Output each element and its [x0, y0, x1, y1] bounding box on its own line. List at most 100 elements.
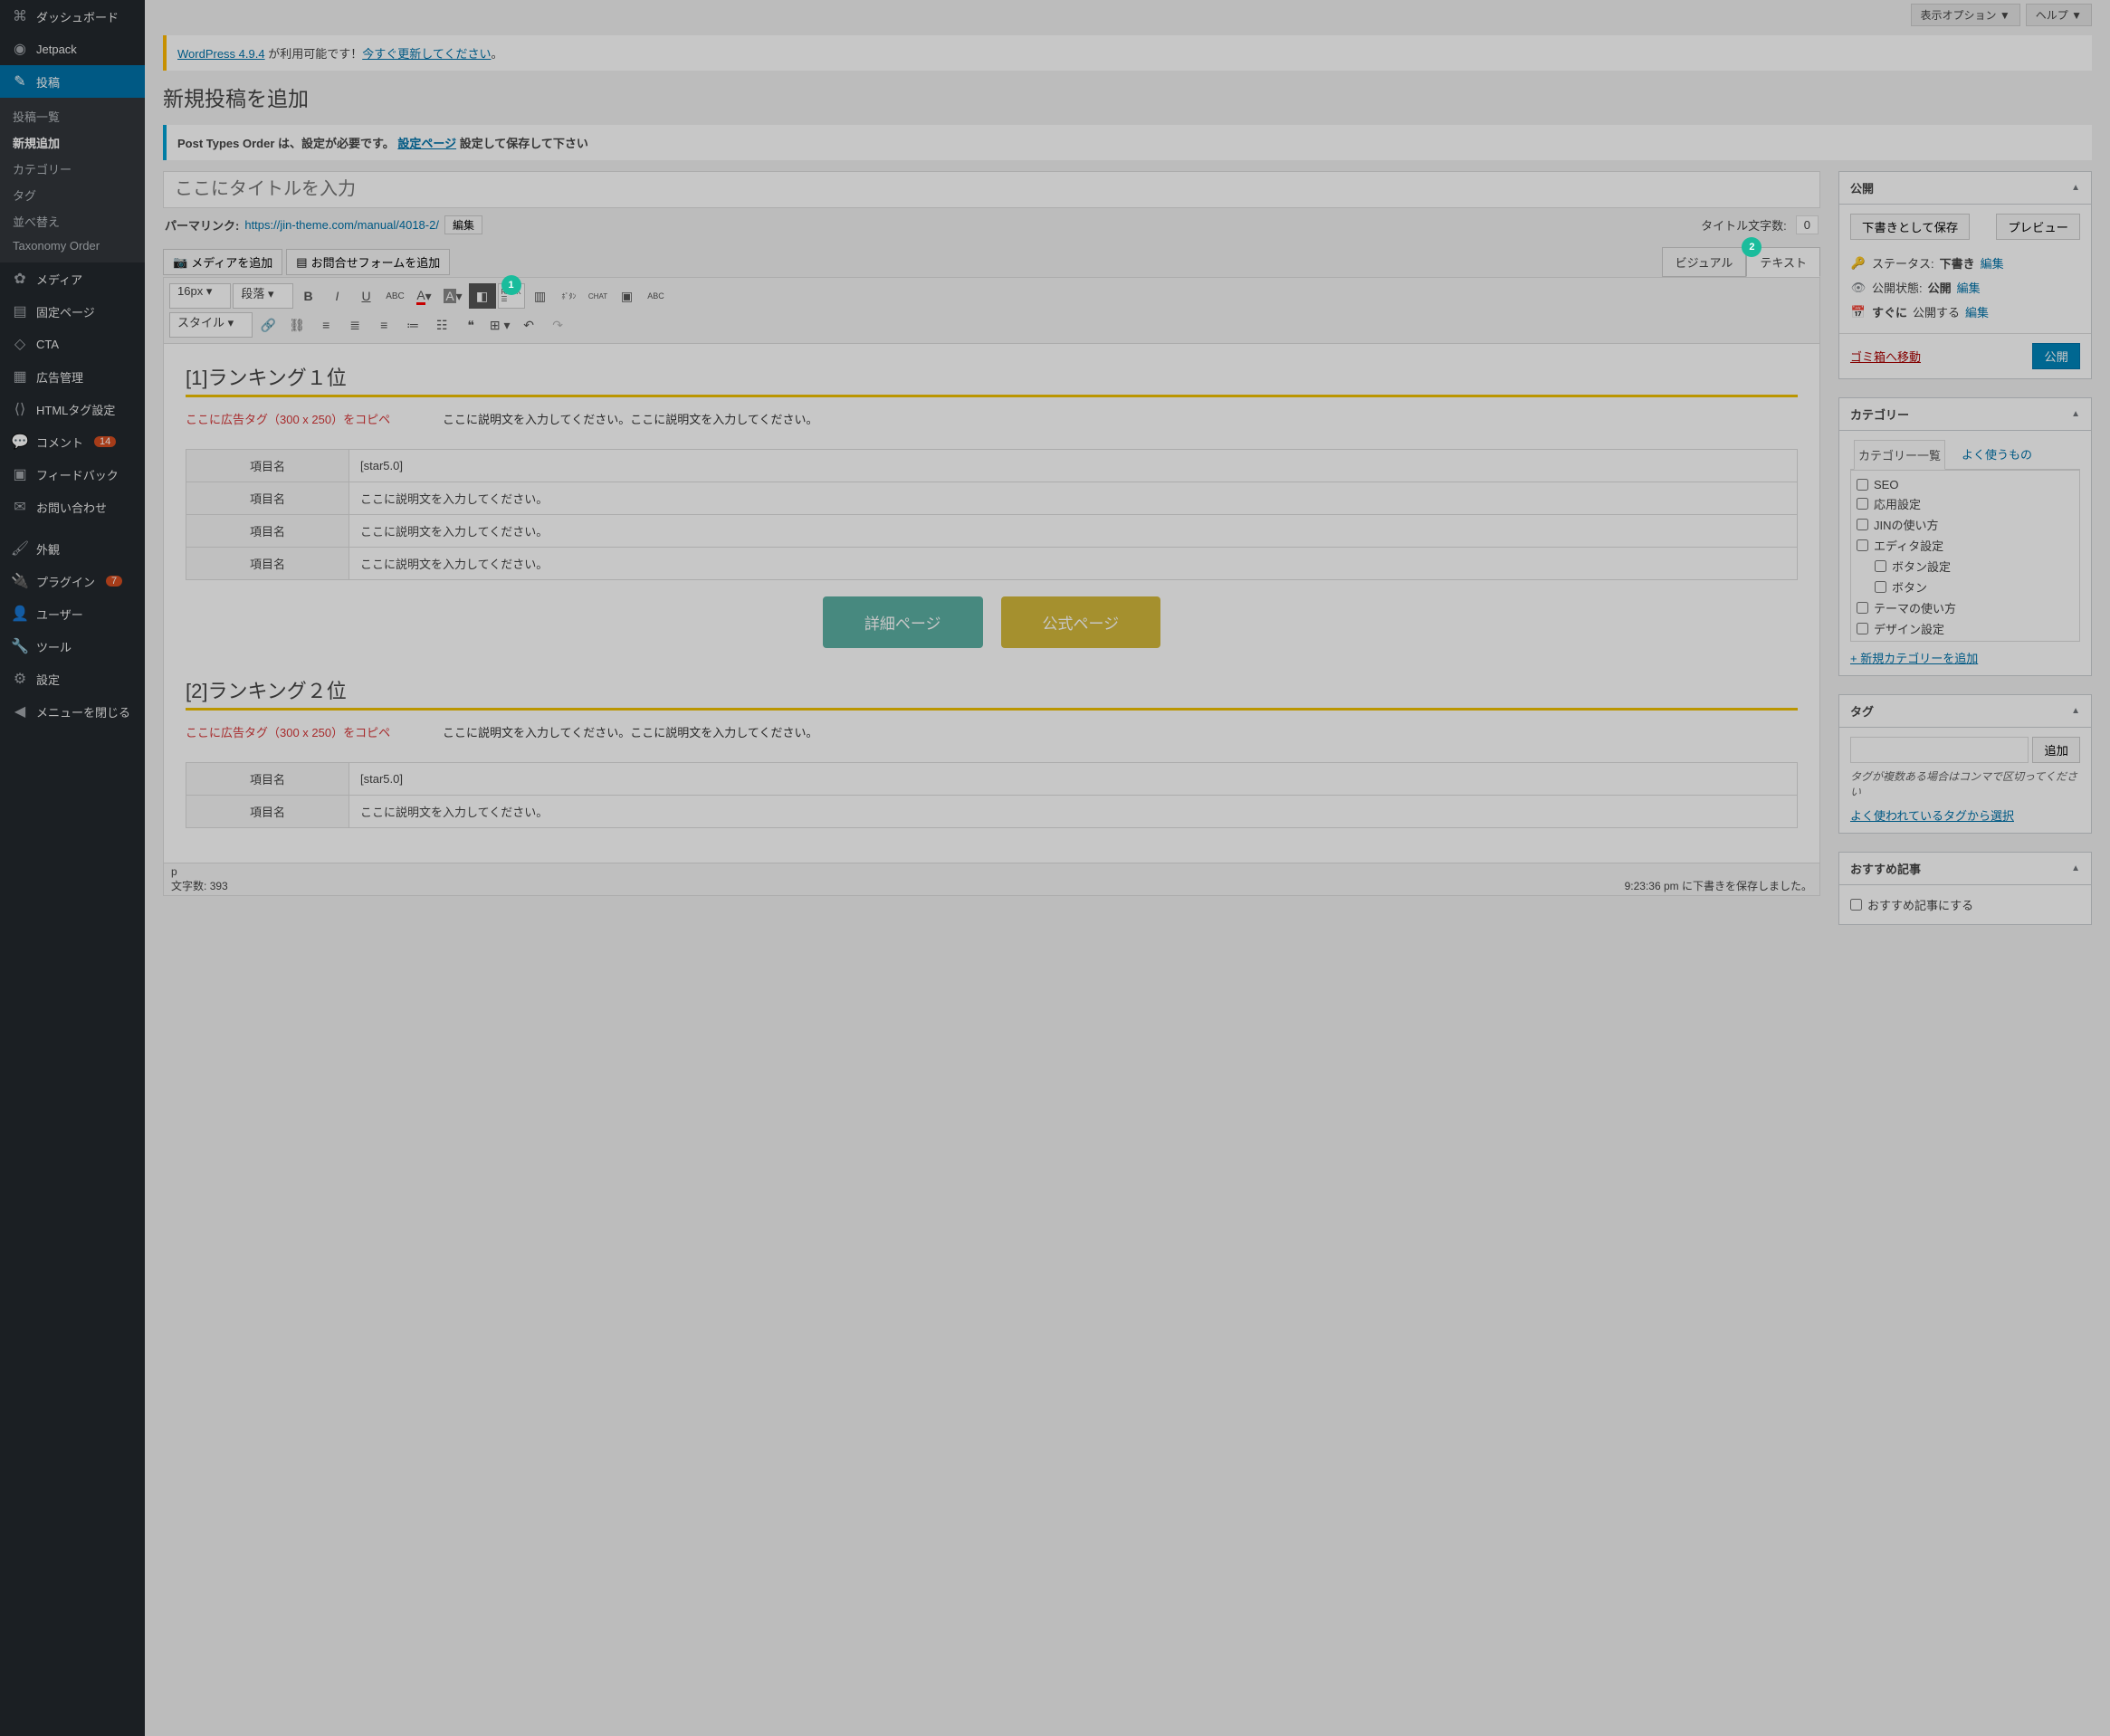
recommend-metabox: おすすめ記事▲ おすすめ記事にする [1838, 852, 2092, 925]
strikethrough-button[interactable]: ABC [382, 283, 409, 309]
numberlist-button[interactable]: ☷ [428, 312, 455, 338]
sidebar-item-collapse[interactable]: ◀メニューを閉じる [0, 695, 145, 728]
chat-button[interactable]: CHAT [585, 283, 612, 309]
buttonset-button[interactable]: ﾎﾞﾀﾝ [556, 283, 583, 309]
sidebar-item-posts[interactable]: ✎投稿 [0, 65, 145, 98]
submenu-tags[interactable]: タグ [0, 182, 145, 208]
sidebar-item-htmltag[interactable]: ⟨⟩HTMLタグ設定 [0, 393, 145, 425]
submenu-taxonomy-order[interactable]: Taxonomy Order [0, 234, 145, 257]
category-checkbox[interactable] [1875, 560, 1886, 572]
submenu-all-posts[interactable]: 投稿一覧 [0, 103, 145, 129]
official-page-button[interactable]: 公式ページ [1001, 596, 1161, 648]
annotation-marker-2: 2 [1742, 237, 1762, 257]
table-button[interactable]: ⊞ ▾ [486, 312, 513, 338]
category-tab-all[interactable]: カテゴリー一覧 [1854, 440, 1945, 470]
alignleft-button[interactable]: ≡ [312, 312, 339, 338]
alignright-button[interactable]: ≡ [370, 312, 397, 338]
permalink-edit-button[interactable]: 編集 [444, 215, 482, 234]
tab-visual[interactable]: ビジュアル [1662, 247, 1747, 277]
aligncenter-button[interactable]: ≣ [341, 312, 368, 338]
add-new-category-link[interactable]: + 新規カテゴリーを追加 [1850, 649, 1978, 666]
redo-button[interactable]: ↷ [544, 312, 571, 338]
columns-button[interactable]: ▥ [527, 283, 554, 309]
sidebar-item-tools[interactable]: 🔧ツール [0, 630, 145, 663]
sidebar-item-plugins[interactable]: 🔌プラグイン7 [0, 565, 145, 597]
bulletlist-button[interactable]: ≔ [399, 312, 426, 338]
fontsize-select[interactable]: 16px ▾ [169, 283, 231, 309]
chevron-up-icon: ▲ [2071, 863, 2080, 873]
submenu-categories[interactable]: カテゴリー [0, 156, 145, 182]
add-contact-form-button[interactable]: ▤お問合せフォームを追加 [286, 249, 450, 275]
sidebar-item-jetpack[interactable]: ◉Jetpack [0, 33, 145, 65]
italic-button[interactable]: I [324, 283, 351, 309]
category-tab-frequent[interactable]: よく使うもの [1958, 440, 2036, 469]
permalink-url[interactable]: https://jin-theme.com/manual/4018-2/ [244, 218, 439, 232]
unlink-button[interactable]: ⛓ [283, 312, 310, 338]
edit-schedule-link[interactable]: 編集 [1965, 303, 1989, 320]
table-cell-label: 項目名 [186, 482, 349, 515]
sidebar-item-media[interactable]: ✿メディア [0, 262, 145, 295]
detail-page-button[interactable]: 詳細ページ [823, 596, 983, 648]
bold-button[interactable]: B [295, 283, 322, 309]
category-checkbox[interactable] [1857, 519, 1868, 530]
move-to-trash-link[interactable]: ゴミ箱へ移動 [1850, 348, 1921, 365]
category-checkbox[interactable] [1857, 498, 1868, 510]
category-heading[interactable]: カテゴリー▲ [1839, 398, 2091, 431]
underline-button[interactable]: U [353, 283, 380, 309]
pto-settings-link[interactable]: 設定ページ [397, 137, 456, 150]
category-checkbox[interactable] [1857, 479, 1868, 491]
sidebar-label: お問い合わせ [36, 499, 107, 516]
add-media-button[interactable]: 📷メディアを追加 [163, 249, 282, 275]
publish-heading[interactable]: 公開▲ [1839, 172, 2091, 205]
tags-input[interactable] [1850, 737, 2029, 763]
sidebar-item-ads[interactable]: ▦広告管理 [0, 360, 145, 393]
category-checkbox[interactable] [1857, 602, 1868, 614]
screen-options-button[interactable]: 表示オプション ▼ [1911, 4, 2020, 26]
tags-heading[interactable]: タグ▲ [1839, 695, 2091, 728]
edit-visibility-link[interactable]: 編集 [1957, 279, 1981, 296]
bgcolor-button[interactable]: A ▾ [440, 283, 467, 309]
blockformat-select[interactable]: 段落 ▾ [233, 283, 292, 309]
sidebar-item-pages[interactable]: ▤固定ページ [0, 295, 145, 328]
clearformat-button[interactable]: ABC [643, 283, 670, 309]
tags-hint: タグが複数ある場合はコンマで区切ってください [1850, 768, 2080, 799]
box-button[interactable]: ▣ [614, 283, 641, 309]
link-button[interactable]: 🔗 [254, 312, 282, 338]
sidebar-item-dashboard[interactable]: ⌘ダッシュボード [0, 0, 145, 33]
rank-button[interactable]: 1 RANK☰ [498, 283, 525, 309]
camera-icon: 📷 [173, 255, 187, 270]
recommend-checkbox[interactable] [1850, 899, 1862, 911]
textcolor-button[interactable]: A ▾ [411, 283, 438, 309]
wp-version-link[interactable]: WordPress 4.9.4 [177, 47, 265, 61]
category-list[interactable]: SEO 応用設定 JINの使い方 エディタ設定 ボタン設定 ボタン テーマの使い… [1850, 470, 2080, 642]
sidebar-item-contact[interactable]: ✉お問い合わせ [0, 491, 145, 523]
help-button[interactable]: ヘルプ ▼ [2026, 4, 2092, 26]
sidebar-item-comments[interactable]: 💬コメント14 [0, 425, 145, 458]
undo-button[interactable]: ↶ [515, 312, 542, 338]
edit-status-link[interactable]: 編集 [1981, 254, 2004, 272]
sidebar-item-users[interactable]: 👤ユーザー [0, 597, 145, 630]
tab-text[interactable]: 2 テキスト [1746, 247, 1820, 277]
update-now-link[interactable]: 今すぐ更新してください [362, 47, 491, 61]
custom1-button[interactable]: ◧ [469, 283, 496, 309]
publish-button[interactable]: 公開 [2032, 343, 2080, 369]
category-checkbox[interactable] [1875, 581, 1886, 593]
styles-select[interactable]: スタイル ▾ [169, 312, 253, 338]
sidebar-item-cta[interactable]: ◇CTA [0, 328, 145, 360]
category-checkbox[interactable] [1857, 623, 1868, 634]
status-label: ステータス: [1872, 254, 1934, 272]
sidebar-item-settings[interactable]: ⚙設定 [0, 663, 145, 695]
save-draft-button[interactable]: 下書きとして保存 [1850, 214, 1970, 240]
recommend-heading[interactable]: おすすめ記事▲ [1839, 853, 2091, 885]
post-title-input[interactable] [163, 171, 1820, 208]
editor-content[interactable]: [1]ランキング１位 ここに広告タグ（300 x 250）をコピペ ここに説明文… [163, 344, 1820, 863]
sidebar-item-appearance[interactable]: 🖌外観 [0, 532, 145, 565]
submenu-reorder[interactable]: 並べ替え [0, 208, 145, 234]
add-tag-button[interactable]: 追加 [2032, 737, 2080, 763]
category-checkbox[interactable] [1857, 539, 1868, 551]
sidebar-item-feedback[interactable]: ▣フィードバック [0, 458, 145, 491]
choose-popular-tags-link[interactable]: よく使われているタグから選択 [1850, 806, 2014, 824]
preview-button[interactable]: プレビュー [1996, 214, 2080, 240]
blockquote-button[interactable]: ❝ [457, 312, 484, 338]
submenu-new-post[interactable]: 新規追加 [0, 129, 145, 156]
